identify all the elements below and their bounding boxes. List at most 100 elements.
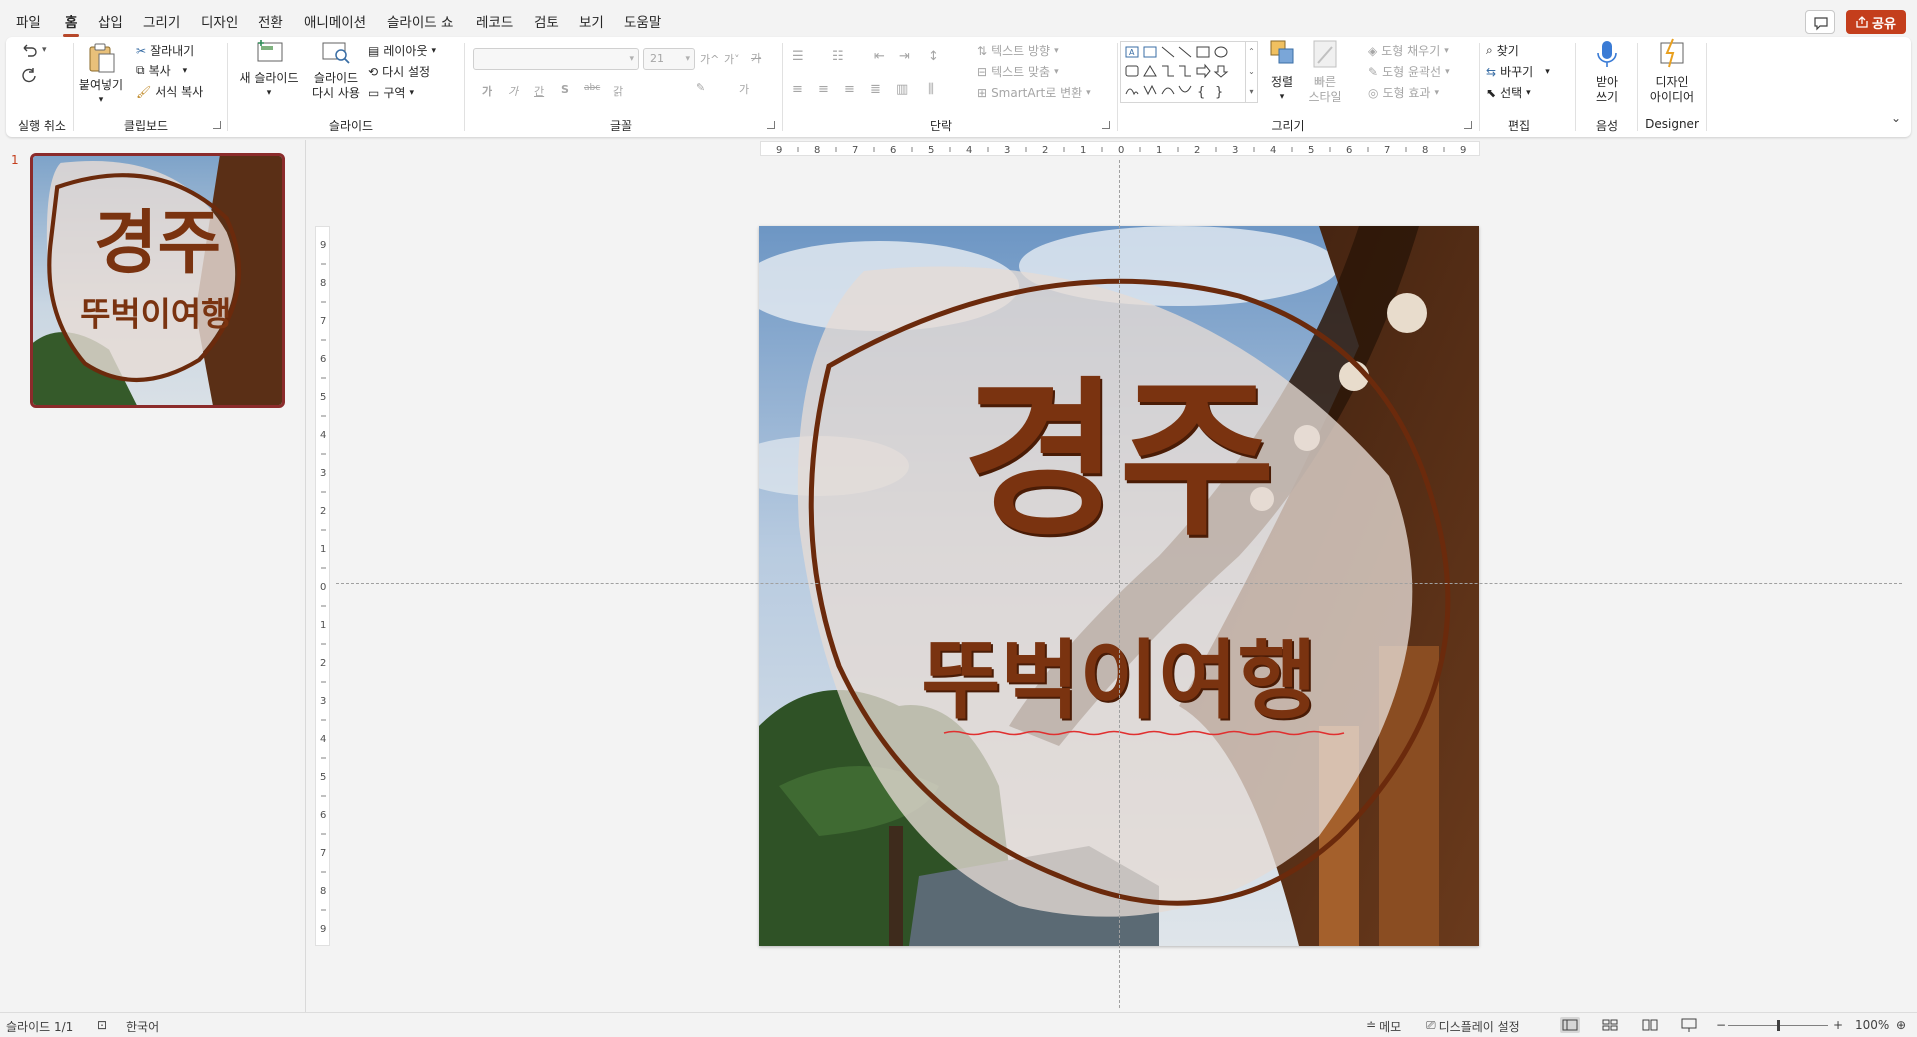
font-name-combo[interactable]: ▾ [473, 48, 639, 70]
section-button[interactable]: ▭ 구역 ▾ [368, 84, 414, 101]
numbering-icon[interactable]: ☷ [832, 49, 844, 64]
zoom-in-button[interactable]: + [1833, 1018, 1843, 1032]
bullets-icon[interactable]: ☰ [792, 49, 804, 64]
format-painter-button[interactable]: 🖌 서식 복사 [136, 83, 203, 100]
tab-file[interactable]: 파일 [16, 11, 41, 31]
normal-view-button[interactable] [1560, 1017, 1580, 1033]
increase-indent-icon[interactable]: ⇥ [899, 49, 910, 64]
fit-to-window-icon[interactable]: ⊕ [1896, 1018, 1906, 1032]
ruler-label: 1 [320, 620, 326, 631]
cut-label: 잘라내기 [150, 44, 195, 58]
copy-dropdown-icon[interactable]: ▾ [183, 66, 188, 76]
smartart-button[interactable]: ⊞ SmartArt로 변환 ▾ [977, 84, 1091, 101]
paste-button[interactable]: 붙여넣기 ▾ [77, 42, 125, 108]
increase-font-size-button[interactable]: 가^ [700, 51, 719, 67]
font-color-icon[interactable]: 가 [739, 81, 749, 97]
zoom-level[interactable]: 100% [1855, 1018, 1889, 1032]
font-launcher-icon[interactable] [767, 121, 775, 129]
redo-button[interactable] [20, 66, 38, 84]
gallery-scroll[interactable]: ⌃ ⌄ ▾ [1245, 42, 1257, 102]
undo-button[interactable]: ▾ [20, 42, 47, 58]
shape-fill-button[interactable]: ◈ 도형 채우기 ▾ [1368, 42, 1449, 59]
reuse-slide-button[interactable]: 슬라이드 다시 사용 [304, 37, 368, 101]
layout-button[interactable]: ▤ 레이아웃 ▾ [368, 42, 436, 59]
zoom-slider-thumb[interactable] [1777, 1020, 1780, 1031]
justify-icon[interactable]: ≣ [870, 82, 881, 97]
columns-icon[interactable]: ⫼ [928, 82, 934, 97]
character-spacing-button[interactable]: abc [584, 83, 600, 93]
cursor-icon: ⬉ [1486, 85, 1497, 100]
vertical-guide-line[interactable] [1119, 160, 1120, 1008]
tab-view[interactable]: 보기 [579, 11, 604, 31]
dictate-button[interactable]: 받아 쓰기 [1582, 37, 1632, 105]
line-spacing-icon[interactable]: ↕ [928, 49, 939, 64]
tab-home[interactable]: 홈 [62, 11, 80, 37]
align-text-button[interactable]: ⊟ 텍스트 맞춤 ▾ [977, 63, 1059, 80]
tab-insert[interactable]: 삽입 [98, 11, 123, 31]
clear-format-button[interactable]: 가 [751, 50, 761, 66]
change-case-button[interactable]: 갉 [613, 83, 623, 99]
comments-button[interactable] [1805, 10, 1835, 34]
clipboard-launcher-icon[interactable] [213, 121, 221, 129]
underline-button[interactable]: 간 [534, 83, 544, 99]
new-slide-dropdown-icon[interactable]: ▾ [234, 86, 304, 101]
tab-slideshow[interactable]: 슬라이드 쇼 [387, 11, 453, 31]
ruler-label: 4 [320, 734, 326, 745]
reading-view-button[interactable] [1640, 1017, 1660, 1033]
horizontal-ruler: 9 8 7 6 5 4 3 2 1 0 1 2 3 4 5 6 7 8 9 [760, 141, 1480, 156]
tab-animations[interactable]: 애니메이션 [304, 11, 366, 31]
slide-sorter-button[interactable] [1600, 1017, 1620, 1033]
tab-record[interactable]: 레코드 [476, 11, 513, 31]
highlight-color-icon[interactable]: ✎ [696, 81, 705, 94]
select-button[interactable]: ⬉ 선택 ▾ [1486, 84, 1531, 101]
cut-button[interactable]: ✂ 잘라내기 [136, 42, 194, 59]
new-slide-button[interactable]: 새 슬라이드 ▾ [234, 37, 304, 101]
group-label-clipboard: 클립보드 [123, 119, 169, 133]
strikethrough-button[interactable]: S [561, 83, 569, 96]
decrease-font-size-button[interactable]: 가˅ [724, 51, 740, 67]
tab-draw[interactable]: 그리기 [143, 11, 180, 31]
replace-button[interactable]: ⇆ 바꾸기 ▾ [1486, 63, 1550, 80]
zoom-out-button[interactable]: − [1716, 1018, 1726, 1032]
bold-button[interactable]: 가 [482, 83, 492, 99]
decrease-indent-icon[interactable]: ⇤ [874, 49, 885, 64]
shape-effects-button[interactable]: ◎ 도형 효과 ▾ [1368, 84, 1439, 101]
copy-button[interactable]: ⧉ 복사 ▾ [136, 62, 187, 79]
slideshow-button[interactable] [1679, 1017, 1699, 1033]
shape-outline-button[interactable]: ✎ 도형 윤곽선 ▾ [1368, 63, 1450, 80]
italic-button[interactable]: 가 [508, 83, 518, 99]
shapes-gallery[interactable]: A { } ⌃ ⌄ ▾ [1120, 41, 1258, 103]
tab-help[interactable]: 도움말 [624, 11, 661, 31]
ribbon-separator [782, 43, 783, 131]
arrange-button[interactable]: 정렬 ▾ [1262, 37, 1302, 105]
language-indicator[interactable]: 한국어 [126, 1018, 159, 1035]
align-left-icon[interactable]: ≡ [792, 82, 803, 97]
group-label-undo: 실행 취소 [18, 119, 66, 133]
display-settings-button[interactable]: ⎚ 디스플레이 설정 [1426, 1018, 1520, 1035]
paragraph-launcher-icon[interactable] [1102, 121, 1110, 129]
find-button[interactable]: ⌕ 찾기 [1486, 42, 1519, 59]
align-center-icon[interactable]: ≡ [818, 82, 829, 97]
tab-transitions[interactable]: 전환 [258, 11, 283, 31]
text-direction-button[interactable]: ⇅ 텍스트 방향 ▾ [977, 42, 1059, 59]
design-ideas-button[interactable]: 디자인 아이디어 [1640, 37, 1704, 105]
reset-button[interactable]: ⟲ 다시 설정 [368, 63, 430, 80]
share-button[interactable]: 공유 [1846, 10, 1906, 34]
layout-label: 레이아웃 [383, 44, 428, 58]
notes-button[interactable]: ≐ 메모 [1366, 1018, 1401, 1035]
undo-dropdown-icon[interactable]: ▾ [42, 45, 47, 55]
accessibility-icon[interactable]: ⊡ [97, 1018, 107, 1032]
tab-review[interactable]: 검토 [534, 11, 559, 31]
font-size-combo[interactable]: 21 ▾ [643, 48, 695, 70]
slide-thumbnail[interactable]: 경주 뚜벅이여행 [30, 153, 285, 408]
drawing-launcher-icon[interactable] [1464, 121, 1472, 129]
tab-design[interactable]: 디자인 [201, 11, 238, 31]
quick-styles-button[interactable]: 빠른 스타일 [1304, 37, 1346, 105]
collapse-ribbon-icon[interactable]: ⌄ [1891, 111, 1901, 125]
paste-dropdown-icon[interactable]: ▾ [77, 93, 125, 108]
zoom-slider[interactable] [1728, 1020, 1828, 1031]
ribbon-separator [1575, 43, 1576, 131]
align-right-icon[interactable]: ≡ [844, 82, 855, 97]
distributed-icon[interactable]: ▥ [896, 82, 908, 97]
ribbon-separator [1706, 43, 1707, 131]
